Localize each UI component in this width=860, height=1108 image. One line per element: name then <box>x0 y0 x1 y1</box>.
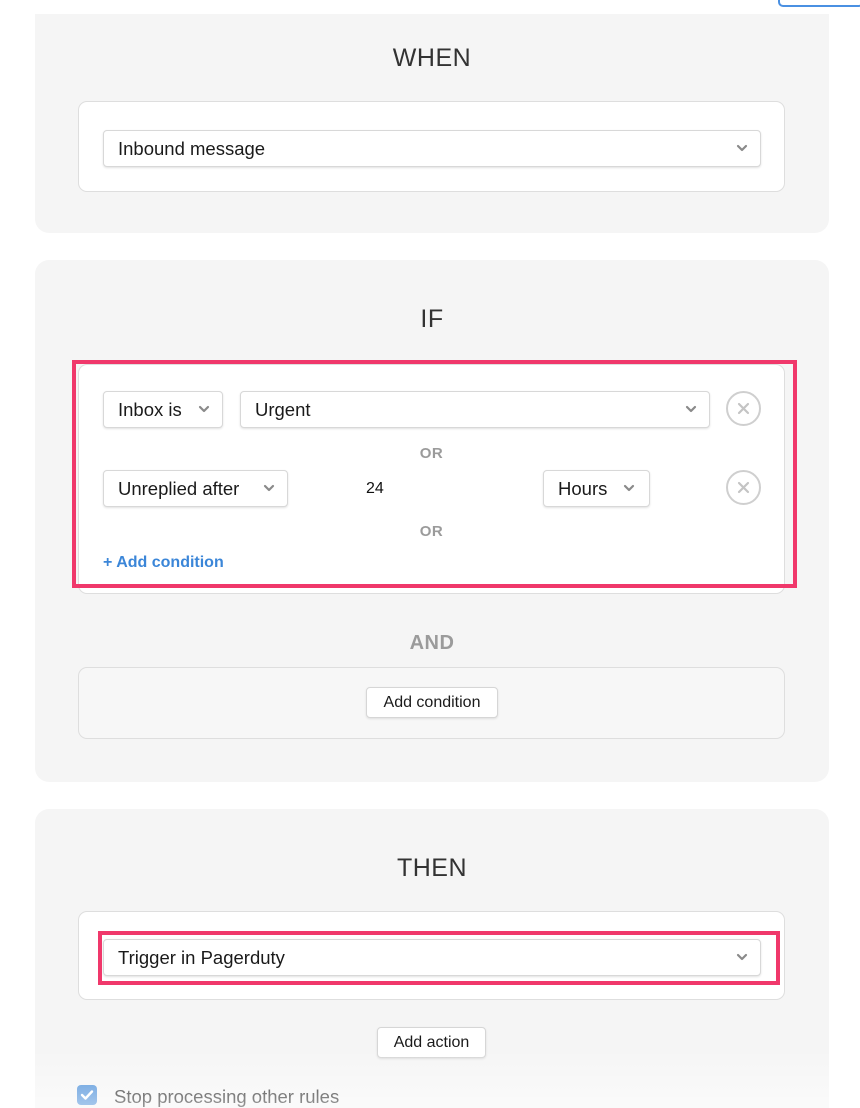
top-right-button-edge[interactable] <box>778 0 860 7</box>
checkmark-icon <box>80 1090 94 1100</box>
action-highlight <box>98 931 780 985</box>
if-title: IF <box>420 305 444 333</box>
add-action-button[interactable]: Add action <box>377 1027 486 1058</box>
chevron-down-icon <box>736 142 748 154</box>
trigger-select[interactable]: Inbound message <box>103 130 761 167</box>
add-condition-button[interactable]: Add condition <box>366 687 498 718</box>
conditions-highlight <box>72 360 797 588</box>
and-card: Add condition <box>78 667 785 739</box>
stop-processing-label: Stop processing other rules <box>114 1086 340 1107</box>
and-label: AND <box>409 632 455 654</box>
trigger-select-value: Inbound message <box>118 138 266 159</box>
then-title: THEN <box>396 854 468 882</box>
when-card: Inbound message <box>78 101 785 192</box>
stop-processing-checkbox[interactable] <box>77 1085 97 1105</box>
top-edge <box>0 0 860 14</box>
when-title: WHEN <box>392 44 472 72</box>
when-section: WHEN Inbound message <box>35 14 829 233</box>
